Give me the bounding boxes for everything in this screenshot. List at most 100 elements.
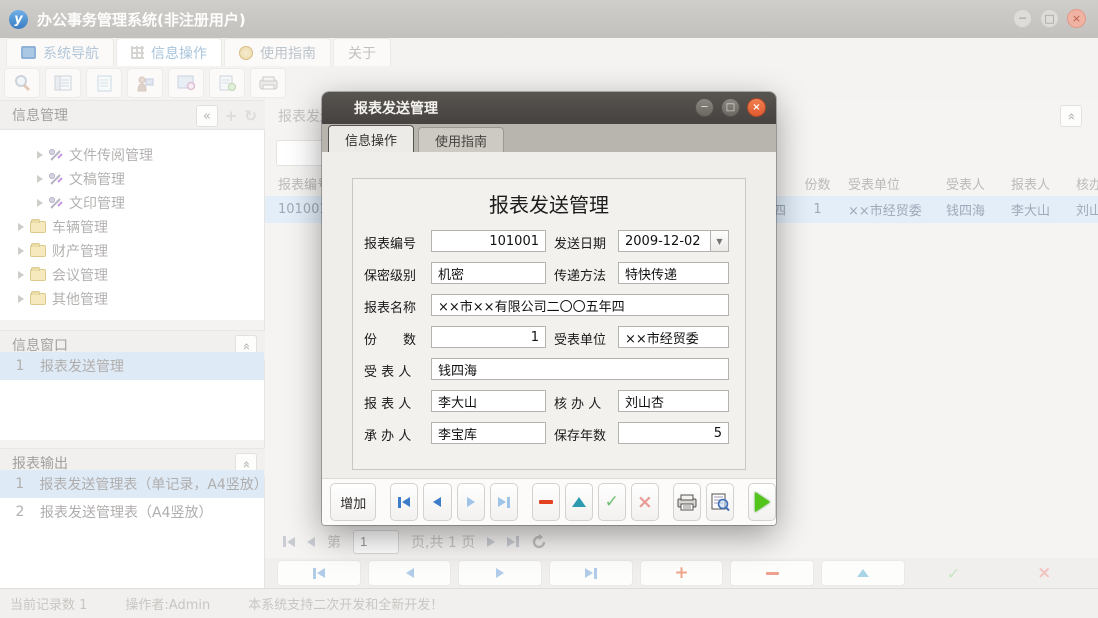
dlg-post-button[interactable]: ✓: [598, 483, 626, 521]
recv-unit-field[interactable]: [618, 326, 729, 348]
dialog-tab-user-guide[interactable]: 使用指南: [418, 127, 504, 152]
tree-item-other[interactable]: 其他管理: [0, 287, 264, 311]
add-icon[interactable]: +: [225, 107, 238, 125]
date-dropdown-button[interactable]: ▼: [711, 230, 729, 252]
printer-button[interactable]: [250, 68, 286, 98]
method-label: 传递方法: [554, 265, 606, 284]
nav-prev-button[interactable]: [368, 560, 452, 586]
tab-system-nav[interactable]: 系统导航: [6, 38, 114, 66]
method-field[interactable]: [618, 262, 729, 284]
refresh-icon[interactable]: ↻: [244, 107, 257, 125]
system-nav-icon: [21, 46, 36, 59]
list-item[interactable]: 1 报表发送管理: [0, 352, 264, 380]
dialog-maximize-button[interactable]: □: [721, 98, 740, 117]
document-icon: [97, 75, 112, 92]
expand-arrow-icon[interactable]: [37, 199, 43, 207]
close-button[interactable]: ×: [1067, 9, 1086, 28]
dlg-run-button[interactable]: [748, 483, 776, 521]
minus-icon: [539, 500, 553, 504]
main-tab-bar: 系统导航 信息操作 使用指南 关于: [0, 38, 1098, 66]
secrecy-field[interactable]: [431, 262, 546, 284]
dlg-preview-button[interactable]: [706, 483, 734, 521]
page-number-input[interactable]: [353, 530, 399, 554]
search-button[interactable]: [4, 68, 40, 98]
dlg-last-button[interactable]: [490, 483, 518, 521]
page-next-button[interactable]: [487, 537, 495, 547]
recv-person-label: 受 表 人: [364, 361, 411, 380]
tree-item-vehicle[interactable]: 车辆管理: [0, 215, 264, 239]
handler-field[interactable]: [431, 422, 546, 444]
tab-about[interactable]: 关于: [333, 38, 391, 66]
tree-item-property[interactable]: 财产管理: [0, 239, 264, 263]
post-record-button[interactable]: ✓: [912, 560, 996, 586]
add-record-button[interactable]: +: [640, 560, 724, 586]
datasheet-button[interactable]: [45, 68, 81, 98]
dlg-delete-button[interactable]: [532, 483, 560, 521]
cancel-record-button[interactable]: ×: [1002, 560, 1086, 586]
col-reporter[interactable]: 报表人: [1005, 170, 1070, 196]
window-search-button[interactable]: [168, 68, 204, 98]
expand-arrow-icon[interactable]: [18, 223, 24, 231]
dialog-close-button[interactable]: ×: [747, 98, 766, 117]
dlg-prev-button[interactable]: [423, 483, 451, 521]
dialog-minimize-button[interactable]: ─: [695, 98, 714, 117]
reporter-field[interactable]: [431, 390, 546, 412]
sidebar-collapse-button[interactable]: «: [196, 105, 218, 127]
nav-last-button[interactable]: [549, 560, 633, 586]
tree-item-manuscript[interactable]: 文稿管理: [0, 167, 264, 191]
tree-item-file-circulation[interactable]: 文件传阅管理: [0, 143, 264, 167]
expand-arrow-icon[interactable]: [37, 151, 43, 159]
dlg-print-button[interactable]: [673, 483, 701, 521]
col-copies[interactable]: 份数: [795, 170, 840, 196]
document-button[interactable]: [86, 68, 122, 98]
dlg-add-button[interactable]: 增加: [330, 483, 376, 521]
tab-user-guide[interactable]: 使用指南: [224, 38, 331, 66]
expand-arrow-icon[interactable]: [18, 247, 24, 255]
panel-collapse-button[interactable]: «: [1060, 105, 1082, 127]
dialog-titlebar[interactable]: 报表发送管理 ─ □ ×: [322, 92, 776, 124]
edit-record-button[interactable]: [821, 560, 905, 586]
page-first-button[interactable]: [283, 536, 295, 547]
dlg-cancel-button[interactable]: ×: [631, 483, 659, 521]
minimize-button[interactable]: ─: [1013, 9, 1032, 28]
nav-first-button[interactable]: [277, 560, 361, 586]
col-verifier[interactable]: 核办人: [1070, 170, 1098, 196]
page-last-button[interactable]: [507, 536, 519, 547]
keep-years-label: 保存年数: [554, 425, 606, 444]
list-item[interactable]: 1 报表发送管理表（单记录，A4竖放）: [0, 470, 264, 498]
expand-arrow-icon[interactable]: [18, 271, 24, 279]
dlg-next-button[interactable]: [457, 483, 485, 521]
col-recv-unit[interactable]: 受表单位: [840, 170, 940, 196]
tree-item-printing[interactable]: 文印管理: [0, 191, 264, 215]
dlg-edit-button[interactable]: [565, 483, 593, 521]
verifier-field[interactable]: [618, 390, 729, 412]
send-date-field[interactable]: [618, 230, 711, 252]
delete-record-button[interactable]: [730, 560, 814, 586]
new-document-button[interactable]: [209, 68, 245, 98]
user-button[interactable]: [127, 68, 163, 98]
dialog-toolbar: 增加 ✓ ×: [322, 478, 776, 525]
copies-field[interactable]: [431, 326, 546, 348]
print-preview-icon: [710, 493, 730, 511]
page-prev-button[interactable]: [307, 537, 315, 547]
nav-next-button[interactable]: [458, 560, 542, 586]
maximize-button[interactable]: □: [1040, 9, 1059, 28]
cell-recv-unit: ××市经贸委: [840, 196, 940, 223]
dialog-tab-info-operation[interactable]: 信息操作: [328, 125, 414, 152]
guide-icon: [239, 46, 253, 60]
expand-arrow-icon[interactable]: [18, 295, 24, 303]
dialog-tab-bar: 信息操作 使用指南: [322, 124, 776, 152]
dlg-first-button[interactable]: [390, 483, 418, 521]
tab-info-operation[interactable]: 信息操作: [116, 38, 222, 66]
expand-arrow-icon[interactable]: [37, 175, 43, 183]
report-form: 报表发送管理 报表编号 发送日期 ▼ 保密级别 传递方法 报表名称 份 数: [352, 178, 746, 470]
tree-item-meeting[interactable]: 会议管理: [0, 263, 264, 287]
report-no-field[interactable]: [431, 230, 546, 252]
info-tree: 文件传阅管理 文稿管理 文印管理 车辆管理 财产管理 会议管理: [0, 130, 264, 320]
recv-person-field[interactable]: [431, 358, 729, 380]
report-name-field[interactable]: [431, 294, 729, 316]
page-refresh-icon[interactable]: [531, 534, 547, 550]
col-recv-person[interactable]: 受表人: [940, 170, 1005, 196]
keep-years-field[interactable]: [618, 422, 729, 444]
list-item[interactable]: 2 报表发送管理表（A4竖放）: [0, 498, 264, 526]
